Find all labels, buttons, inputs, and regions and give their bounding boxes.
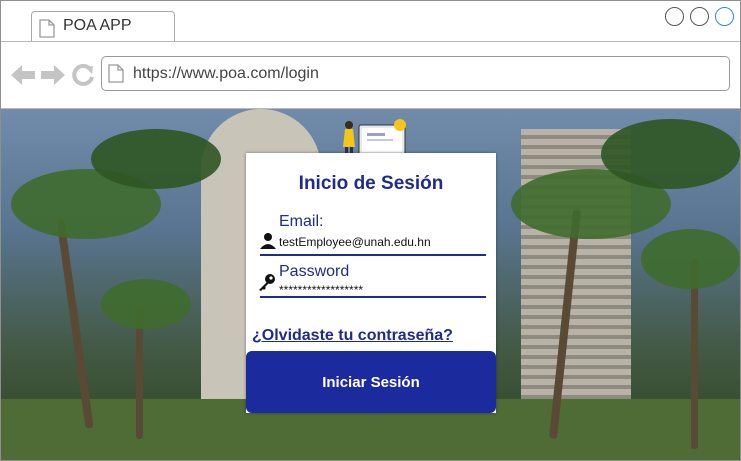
user-icon <box>260 233 276 249</box>
email-field[interactable]: testEmployee@unah.edu.hn <box>279 235 431 249</box>
palm-fronds <box>641 229 740 289</box>
palm-trunk <box>56 219 94 429</box>
page-icon <box>108 64 124 83</box>
password-field[interactable]: ****************** <box>279 283 363 297</box>
email-label: Email: <box>279 213 324 230</box>
tab-title: POA APP <box>63 17 132 34</box>
password-underline <box>260 296 486 298</box>
reload-icon[interactable] <box>72 64 94 86</box>
maximize-button[interactable] <box>690 7 709 26</box>
forward-arrow-icon[interactable] <box>41 64 65 86</box>
address-bar[interactable]: https://www.poa.com/login <box>101 56 730 91</box>
email-underline <box>260 254 486 256</box>
forgot-password-link[interactable]: ¿Olvidaste tu contraseña? <box>252 327 453 345</box>
url-text: https://www.poa.com/login <box>133 65 319 82</box>
palm-fronds <box>101 279 191 329</box>
palm-fronds <box>91 129 221 189</box>
address-toolbar: https://www.poa.com/login <box>1 42 740 109</box>
close-button[interactable] <box>715 7 734 26</box>
tab-strip: POA APP <box>1 1 740 42</box>
password-label: Password <box>279 263 350 280</box>
back-arrow-icon[interactable] <box>11 64 35 86</box>
login-card: Inicio de Sesión Email: testEmployee@una… <box>246 153 496 413</box>
key-icon <box>259 274 275 291</box>
palm-fronds <box>601 119 740 189</box>
browser-tab[interactable]: POA APP <box>31 11 175 41</box>
login-title: Inicio de Sesión <box>298 173 444 194</box>
login-button[interactable]: Iniciar Sesión <box>246 351 496 413</box>
document-icon <box>39 19 55 38</box>
minimize-button[interactable] <box>665 7 684 26</box>
browser-window: POA APP https://www.poa.com/login Inicio… <box>0 0 741 461</box>
